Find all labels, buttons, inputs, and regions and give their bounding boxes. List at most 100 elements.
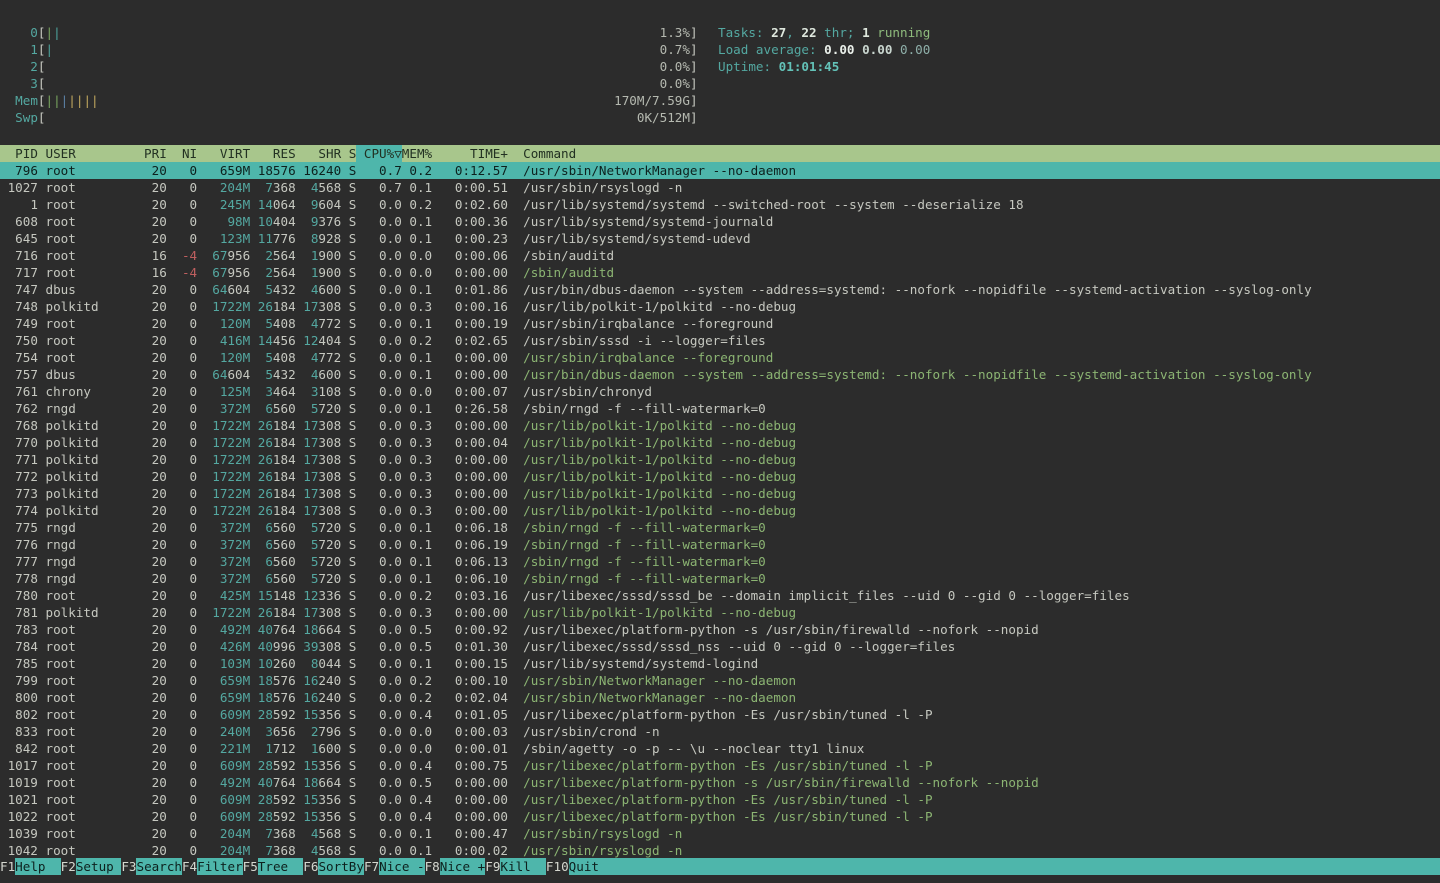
column-header-mem[interactable]: MEM%	[402, 145, 432, 162]
process-row-800[interactable]: 800 root200659M1857616240S0.00.20:02.04 …	[0, 689, 1440, 706]
fkey-setup[interactable]: F2Setup	[61, 858, 122, 875]
process-row-773[interactable]: 773 polkitd2001722M2618417308S0.00.30:00…	[0, 485, 1440, 502]
process-row-608[interactable]: 608 root20098M104049376S0.00.10:00.36 /u…	[0, 213, 1440, 230]
process-row-796[interactable]: 796 root200659M1857616240S0.70.20:12.57 …	[0, 162, 1440, 179]
time-cell: 0:06.18	[432, 519, 508, 536]
process-row-770[interactable]: 770 polkitd2001722M2618417308S0.00.30:00…	[0, 434, 1440, 451]
process-row-780[interactable]: 780 root200425M1514812336S0.00.20:03.16 …	[0, 587, 1440, 604]
pri-cell: 20	[121, 689, 166, 706]
mem-cell: 0.0	[402, 383, 432, 400]
fkey-nice[interactable]: F7Nice -	[364, 858, 425, 875]
virt-cell: 609M	[197, 706, 250, 723]
user-cell: rngd	[46, 570, 122, 587]
process-row-717[interactable]: 717 root16-46795625641900S0.00.00:00.00 …	[0, 264, 1440, 281]
process-row-777[interactable]: 777 rngd200372M65605720S0.00.10:06.13 /s…	[0, 553, 1440, 570]
column-header-virt[interactable]: VIRT	[197, 145, 250, 162]
cpu0-meter-label: 0	[15, 24, 38, 41]
process-row-761[interactable]: 761 chrony200125M34643108S0.00.00:00.07 …	[0, 383, 1440, 400]
cpu-cell: 0.0	[356, 196, 401, 213]
ni-cell: 0	[167, 638, 197, 655]
cmd-cell: /usr/sbin/rsyslogd -n	[523, 842, 682, 859]
fkey-action-label: Filter	[197, 858, 242, 875]
process-row-776[interactable]: 776 rngd200372M65605720S0.00.10:06.19 /s…	[0, 536, 1440, 553]
process-row-762[interactable]: 762 rngd200372M65605720S0.00.10:26.58 /s…	[0, 400, 1440, 417]
cpu1-meter-label: 1	[15, 41, 38, 58]
pid-cell: 747	[0, 281, 38, 298]
user-cell: root	[46, 179, 122, 196]
fkey-tree[interactable]: F5Tree	[243, 858, 304, 875]
pri-cell: 20	[121, 196, 166, 213]
time-cell: 0:00.23	[432, 230, 508, 247]
process-row-1039[interactable]: 1039 root200204M73684568S0.00.10:00.47 /…	[0, 825, 1440, 842]
ni-cell: 0	[167, 604, 197, 621]
process-row-799[interactable]: 799 root200659M1857616240S0.00.20:00.10 …	[0, 672, 1440, 689]
process-row-1027[interactable]: 1027 root200204M73684568S0.70.10:00.51 /…	[0, 179, 1440, 196]
pid-cell: 783	[0, 621, 38, 638]
process-row-747[interactable]: 747 dbus2006460454324600S0.00.10:01.86 /…	[0, 281, 1440, 298]
process-row-716[interactable]: 716 root16-46795625641900S0.00.00:00.06 …	[0, 247, 1440, 264]
column-header-shr[interactable]: SHR	[296, 145, 341, 162]
ni-cell: 0	[167, 570, 197, 587]
user-cell: root	[46, 213, 122, 230]
column-header-pid[interactable]: PID	[0, 145, 38, 162]
process-row-833[interactable]: 833 root200240M36562796S0.00.00:00.03 /u…	[0, 723, 1440, 740]
ni-cell: 0	[167, 672, 197, 689]
process-row-784[interactable]: 784 root200426M4099639308S0.00.50:01.30 …	[0, 638, 1440, 655]
virt-cell: 221M	[197, 740, 250, 757]
ni-cell: 0	[167, 281, 197, 298]
fkey-kill[interactable]: F9Kill	[485, 858, 546, 875]
process-row-749[interactable]: 749 root200120M54084772S0.00.10:00.19 /u…	[0, 315, 1440, 332]
process-row-778[interactable]: 778 rngd200372M65605720S0.00.10:06.10 /s…	[0, 570, 1440, 587]
process-row-1022[interactable]: 1022 root200609M2859215356S0.00.40:00.00…	[0, 808, 1440, 825]
column-header-pri[interactable]: PRI	[121, 145, 166, 162]
process-row-802[interactable]: 802 root200609M2859215356S0.00.40:01.05 …	[0, 706, 1440, 723]
process-row-771[interactable]: 771 polkitd2001722M2618417308S0.00.30:00…	[0, 451, 1440, 468]
process-row-645[interactable]: 645 root200123M117768928S0.00.10:00.23 /…	[0, 230, 1440, 247]
column-header-res[interactable]: RES	[250, 145, 295, 162]
time-cell: 0:00.04	[432, 434, 508, 451]
column-header-user[interactable]: USER	[46, 145, 122, 162]
process-row-1042[interactable]: 1042 root200204M73684568S0.00.10:00.02 /…	[0, 842, 1440, 859]
process-row-748[interactable]: 748 polkitd2001722M2618417308S0.00.30:00…	[0, 298, 1440, 315]
res-cell: 10260	[250, 655, 295, 672]
shr-cell: 17308	[296, 451, 341, 468]
fkey-quit[interactable]: F10Quit	[546, 858, 1440, 875]
time-cell: 0:00.00	[432, 485, 508, 502]
res-cell: 2564	[250, 264, 295, 281]
fkey-help[interactable]: F1Help	[0, 858, 61, 875]
column-header-s[interactable]: S	[341, 145, 356, 162]
process-row-783[interactable]: 783 root200492M4076418664S0.00.50:00.92 …	[0, 621, 1440, 638]
process-row-775[interactable]: 775 rngd200372M65605720S0.00.10:06.18 /s…	[0, 519, 1440, 536]
fkey-filter[interactable]: F4Filter	[182, 858, 243, 875]
column-header-ni[interactable]: NI	[167, 145, 197, 162]
process-row-1[interactable]: 1 root200245M140649604S0.00.20:02.60 /us…	[0, 196, 1440, 213]
column-header-cmd[interactable]: Command	[523, 145, 576, 162]
time-cell: 0:00.92	[432, 621, 508, 638]
process-row-772[interactable]: 772 polkitd2001722M2618417308S0.00.30:00…	[0, 468, 1440, 485]
process-row-781[interactable]: 781 polkitd2001722M2618417308S0.00.30:00…	[0, 604, 1440, 621]
process-row-785[interactable]: 785 root200103M102608044S0.00.10:00.15 /…	[0, 655, 1440, 672]
user-cell: root	[46, 689, 122, 706]
fkey-nice[interactable]: F8Nice +	[425, 858, 486, 875]
process-row-768[interactable]: 768 polkitd2001722M2618417308S0.00.30:00…	[0, 417, 1440, 434]
process-row-1019[interactable]: 1019 root200492M4076418664S0.00.50:00.00…	[0, 774, 1440, 791]
s-cell: S	[341, 281, 356, 298]
fkey-key-label: F1	[0, 858, 15, 875]
fkey-search[interactable]: F3Search	[121, 858, 182, 875]
process-row-1021[interactable]: 1021 root200609M2859215356S0.00.40:00.00…	[0, 791, 1440, 808]
process-row-842[interactable]: 842 root200221M17121600S0.00.00:00.01 /s…	[0, 740, 1440, 757]
process-row-757[interactable]: 757 dbus2006460454324600S0.00.10:00.00 /…	[0, 366, 1440, 383]
column-header-cpu[interactable]: CPU%▽	[356, 145, 401, 162]
virt-cell: 492M	[197, 621, 250, 638]
pri-cell: 20	[121, 485, 166, 502]
fkey-sortby[interactable]: F6SortBy	[303, 858, 364, 875]
column-header-time[interactable]: TIME+	[432, 145, 508, 162]
process-row-1017[interactable]: 1017 root200609M2859215356S0.00.40:00.75…	[0, 757, 1440, 774]
process-row-750[interactable]: 750 root200416M1445612404S0.00.20:02.65 …	[0, 332, 1440, 349]
pid-cell: 716	[0, 247, 38, 264]
shr-cell: 16240	[296, 689, 341, 706]
ni-cell: 0	[167, 179, 197, 196]
process-row-754[interactable]: 754 root200120M54084772S0.00.10:00.00 /u…	[0, 349, 1440, 366]
res-cell: 18576	[250, 162, 295, 179]
process-row-774[interactable]: 774 polkitd2001722M2618417308S0.00.30:00…	[0, 502, 1440, 519]
